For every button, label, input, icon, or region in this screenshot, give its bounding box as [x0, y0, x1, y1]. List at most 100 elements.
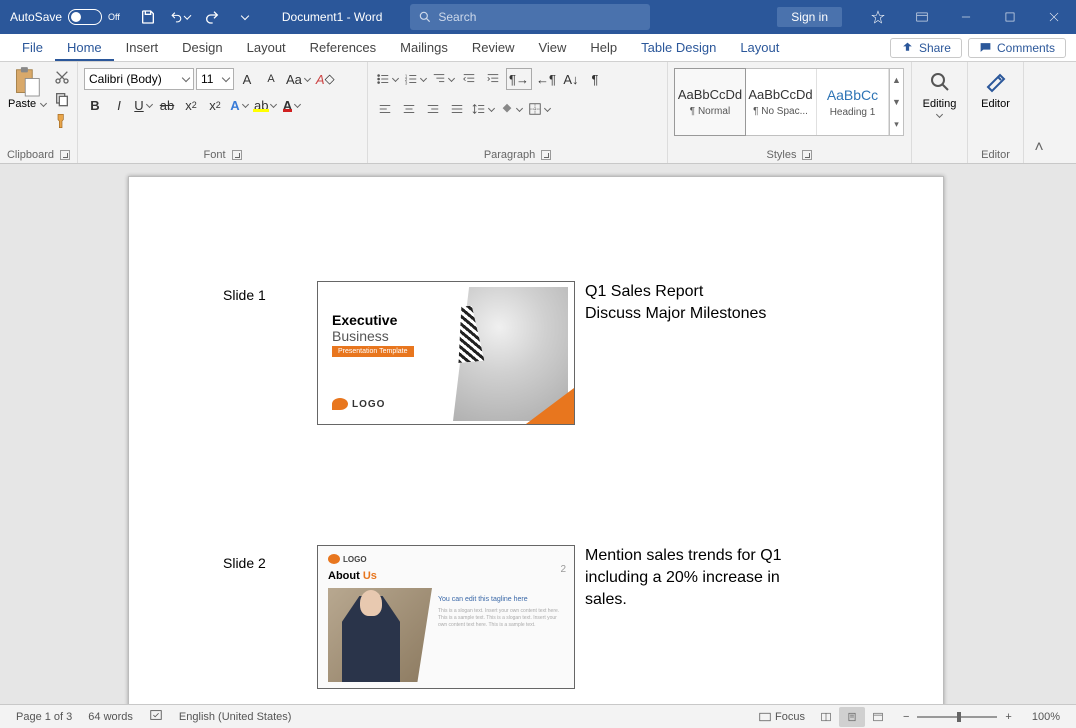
zoom-track[interactable] — [917, 716, 997, 718]
strikethrough-button[interactable]: ab — [156, 94, 178, 116]
align-right-button[interactable] — [422, 98, 444, 120]
status-focus-mode[interactable]: Focus — [751, 711, 813, 723]
slide-2-notes[interactable]: Mention sales trends for Q1 including a … — [585, 545, 825, 611]
share-button[interactable]: Share — [890, 38, 962, 58]
style-gallery-more[interactable]: ▾ — [890, 113, 903, 135]
minimize-button[interactable] — [944, 0, 988, 34]
autosave-control[interactable]: AutoSave Off — [0, 9, 130, 25]
copy-icon[interactable] — [52, 90, 72, 108]
decrease-indent-button[interactable] — [458, 68, 480, 90]
autosave-state: Off — [108, 12, 120, 22]
tab-insert[interactable]: Insert — [114, 34, 171, 62]
sign-in-button[interactable]: Sign in — [777, 7, 842, 27]
line-spacing-button[interactable] — [470, 98, 496, 120]
status-word-count[interactable]: 64 words — [80, 711, 141, 723]
save-icon[interactable] — [138, 7, 158, 27]
tab-layout[interactable]: Layout — [235, 34, 298, 62]
highlight-color-button[interactable]: ab — [252, 94, 278, 116]
show-hide-button[interactable]: ¶ — [584, 68, 606, 90]
comments-button[interactable]: Comments — [968, 38, 1066, 58]
status-bar: Page 1 of 3 64 words English (United Sta… — [0, 704, 1076, 728]
tab-table-design[interactable]: Table Design — [629, 34, 728, 62]
sort-button[interactable]: A↓ — [560, 68, 582, 90]
undo-icon[interactable] — [170, 7, 190, 27]
view-read-mode[interactable] — [813, 707, 839, 727]
editor-button[interactable]: Editor — [974, 64, 1017, 110]
redo-icon[interactable] — [202, 7, 222, 27]
status-language[interactable]: English (United States) — [171, 711, 300, 723]
slide2-about: About Us — [328, 570, 377, 582]
view-web-layout[interactable] — [865, 707, 891, 727]
tab-mailings[interactable]: Mailings — [388, 34, 460, 62]
font-dialog-launcher[interactable] — [232, 150, 242, 160]
text-effects-button[interactable]: A — [228, 94, 250, 116]
increase-indent-button[interactable] — [482, 68, 504, 90]
italic-button[interactable]: I — [108, 94, 130, 116]
align-left-button[interactable] — [374, 98, 396, 120]
ribbon-display-icon[interactable] — [900, 0, 944, 34]
editing-button[interactable]: Editing — [918, 64, 961, 117]
font-size-combo[interactable]: 11 — [196, 68, 234, 90]
bullets-button[interactable] — [374, 68, 400, 90]
zoom-out-button[interactable]: − — [899, 711, 913, 723]
close-button[interactable] — [1032, 0, 1076, 34]
slide-1-thumbnail[interactable]: Executive Business Presentation Template… — [317, 281, 575, 425]
maximize-button[interactable] — [988, 0, 1032, 34]
styles-dialog-launcher[interactable] — [802, 150, 812, 160]
shading-button[interactable] — [498, 98, 524, 120]
font-name-combo[interactable]: Calibri (Body) — [84, 68, 194, 90]
tab-home[interactable]: Home — [55, 34, 114, 61]
style-gallery-up[interactable]: ▲ — [890, 69, 903, 91]
paragraph-dialog-launcher[interactable] — [541, 150, 551, 160]
search-box[interactable]: Search — [410, 4, 650, 30]
justify-button[interactable] — [446, 98, 468, 120]
coming-soon-icon[interactable] — [856, 0, 900, 34]
zoom-level[interactable]: 100% — [1024, 711, 1068, 723]
paste-button[interactable]: Paste — [6, 64, 48, 112]
font-color-button[interactable]: A — [280, 94, 302, 116]
logo-icon — [328, 554, 340, 564]
slide1-subtitle: Presentation Template — [332, 346, 414, 357]
style-no-spacing[interactable]: AaBbCcDd ¶ No Spac... — [745, 69, 817, 135]
change-case-button[interactable]: Aa — [284, 68, 312, 90]
zoom-thumb[interactable] — [957, 712, 961, 722]
qat-customize-icon[interactable] — [234, 7, 254, 27]
status-spellcheck-icon[interactable] — [141, 708, 171, 725]
underline-button[interactable]: U — [132, 94, 154, 116]
superscript-button[interactable]: x2 — [204, 94, 226, 116]
rtl-direction-button[interactable]: ←¶ — [534, 68, 558, 90]
style-normal[interactable]: AaBbCcDd ¶ Normal — [674, 68, 746, 136]
tab-help[interactable]: Help — [578, 34, 629, 62]
tab-review[interactable]: Review — [460, 34, 527, 62]
grow-font-button[interactable]: A — [236, 68, 258, 90]
tab-view[interactable]: View — [526, 34, 578, 62]
style-gallery-down[interactable]: ▼ — [890, 91, 903, 113]
view-print-layout[interactable] — [839, 707, 865, 727]
page[interactable]: Slide 1 Executive Business Presentation … — [128, 176, 944, 704]
subscript-button[interactable]: x2 — [180, 94, 202, 116]
slide-1-notes[interactable]: Q1 Sales Report Discuss Major Milestones — [585, 281, 865, 325]
zoom-slider[interactable]: − + — [891, 711, 1024, 723]
style-heading-1[interactable]: AaBbCc Heading 1 — [817, 69, 889, 135]
cut-icon[interactable] — [52, 68, 72, 86]
zoom-in-button[interactable]: + — [1001, 711, 1015, 723]
collapse-ribbon-button[interactable]: ˄ — [1024, 62, 1054, 163]
tab-file[interactable]: File — [10, 34, 55, 62]
document-area[interactable]: Slide 1 Executive Business Presentation … — [0, 164, 1076, 704]
bold-button[interactable]: B — [84, 94, 106, 116]
format-painter-icon[interactable] — [52, 112, 72, 130]
tab-references[interactable]: References — [298, 34, 388, 62]
numbering-button[interactable]: 123 — [402, 68, 428, 90]
tab-design[interactable]: Design — [170, 34, 234, 62]
status-page-info[interactable]: Page 1 of 3 — [8, 711, 80, 723]
align-center-button[interactable] — [398, 98, 420, 120]
tab-table-layout[interactable]: Layout — [728, 34, 791, 62]
clipboard-dialog-launcher[interactable] — [60, 150, 70, 160]
clear-formatting-button[interactable]: A◇ — [314, 68, 337, 90]
slide-2-thumbnail[interactable]: LOGO 2 About Us You can edit this taglin… — [317, 545, 575, 689]
autosave-toggle[interactable] — [68, 9, 102, 25]
shrink-font-button[interactable]: A — [260, 68, 282, 90]
multilevel-list-button[interactable] — [430, 68, 456, 90]
ltr-direction-button[interactable]: ¶→ — [506, 68, 532, 90]
borders-button[interactable] — [526, 98, 552, 120]
